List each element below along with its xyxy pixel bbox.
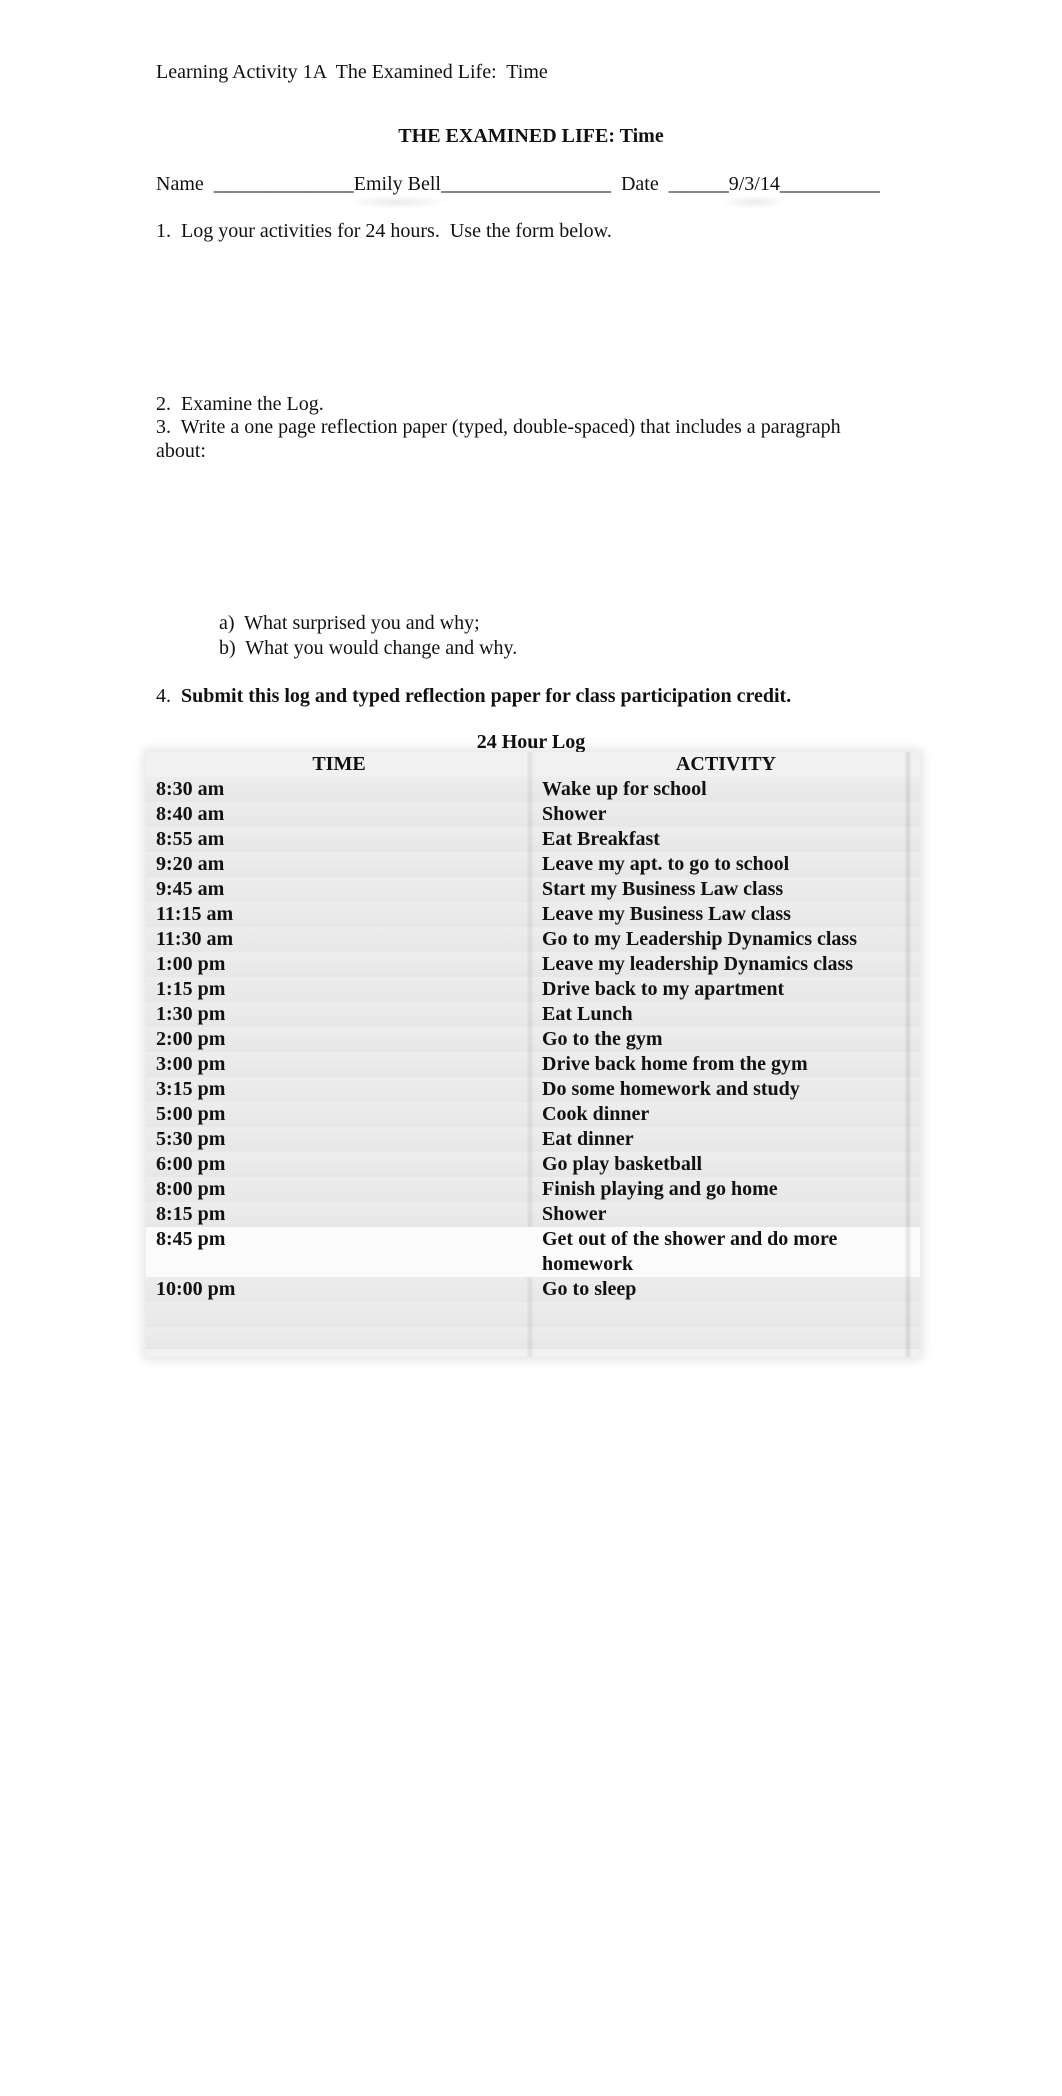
name-label: Name [156, 173, 204, 195]
log-row: 5:30 pm Eat dinner [146, 1127, 920, 1152]
time-cell[interactable]: 8:00 pm [146, 1177, 532, 1202]
step-4-text: Submit this log and typed reflection pap… [171, 685, 792, 707]
time-cell[interactable]: 2:00 pm [146, 1027, 532, 1052]
time-cell[interactable] [146, 1327, 532, 1349]
instruction-sub-b: b) What you would change and why. [219, 637, 518, 659]
activity-cell[interactable]: Start my Business Law class [532, 877, 920, 902]
time-cell[interactable]: 10:00 pm [146, 1277, 532, 1302]
instruction-step-3-continued: about: [156, 440, 206, 462]
log-row: 11:15 am Leave my Business Law class [146, 902, 920, 927]
time-cell[interactable]: 8:45 pm [146, 1227, 532, 1277]
date-field[interactable]: 9/3/14 [729, 173, 780, 195]
time-cell[interactable]: 8:55 am [146, 827, 532, 852]
log-row: 2:00 pm Go to the gym [146, 1027, 920, 1052]
log-row: 1:15 pm Drive back to my apartment [146, 977, 920, 1002]
log-row: 8:40 am Shower [146, 802, 920, 827]
instruction-step-2: 2. Examine the Log. [156, 393, 324, 415]
log-row: 5:00 pm Cook dinner [146, 1102, 920, 1127]
activity-cell[interactable]: Shower [532, 1202, 920, 1227]
time-cell[interactable] [146, 1302, 532, 1327]
activity-cell[interactable]: Cook dinner [532, 1102, 920, 1127]
worksheet-page: Learning Activity 1A The Examined Life: … [0, 0, 1062, 2096]
time-cell[interactable]: 11:15 am [146, 902, 532, 927]
time-cell[interactable]: 1:15 pm [146, 977, 532, 1002]
activity-cell[interactable]: Eat Breakfast [532, 827, 920, 852]
date-spacer-2 [659, 173, 669, 195]
time-cell[interactable]: 8:30 am [146, 777, 532, 802]
activity-cell[interactable]: Leave my Business Law class [532, 902, 920, 927]
activity-cell[interactable] [532, 1302, 920, 1327]
activity-cell[interactable]: Leave my apt. to go to school [532, 852, 920, 877]
instruction-step-4: 4. Submit this log and typed reflection … [156, 684, 791, 708]
column-header-time: TIME [312, 753, 366, 775]
activity-cell[interactable]: Eat Lunch [532, 1002, 920, 1027]
date-label: Date [620, 173, 659, 195]
time-cell[interactable]: 3:15 pm [146, 1077, 532, 1102]
log-header-row: TIME ACTIVITY [146, 752, 920, 777]
instruction-step-3: 3. Write a one page reflection paper (ty… [156, 416, 841, 438]
activity-cell[interactable]: Drive back to my apartment [532, 977, 920, 1002]
instruction-sub-a: a) What surprised you and why; [219, 612, 480, 634]
time-cell[interactable]: 11:30 am [146, 927, 532, 952]
log-table-body: 8:30 am Wake up for school 8:40 am Shower 8:… [146, 777, 920, 1349]
time-cell[interactable]: 1:00 pm [146, 952, 532, 977]
date-blank-before: ______ [668, 173, 729, 195]
log-table: TIME ACTIVITY 8:30 am Wake up for school 8… [146, 752, 920, 1349]
log-row: 6:00 pm Go play basketball [146, 1152, 920, 1177]
time-cell[interactable]: 8:40 am [146, 802, 532, 827]
activity-cell[interactable]: Drive back home from the gym [532, 1052, 920, 1077]
time-cell[interactable]: 8:15 pm [146, 1202, 532, 1227]
time-cell[interactable]: 3:00 pm [146, 1052, 532, 1077]
instruction-step-1: 1. Log your activities for 24 hours. Use… [156, 220, 612, 242]
log-row: 3:15 pm Do some homework and study [146, 1077, 920, 1102]
log-row: 11:30 am Go to my Leadership Dynamics cla… [146, 927, 920, 952]
name-date-row: Name ______________Emily Bell___________… [156, 172, 880, 196]
log-row: 9:20 am Leave my apt. to go to school [146, 852, 920, 877]
activity-cell[interactable]: Go to sleep [532, 1277, 920, 1302]
time-cell[interactable]: 9:45 am [146, 877, 532, 902]
time-cell[interactable]: 6:00 pm [146, 1152, 532, 1177]
activity-cell[interactable]: Get out of the shower and do more homewo… [532, 1227, 920, 1277]
activity-cell[interactable]: Wake up for school [532, 777, 920, 802]
log-row: 1:30 pm Eat Lunch [146, 1002, 920, 1027]
log-row: 8:45 pm Get out of the shower and do more… [146, 1227, 920, 1277]
name-blank-before: ______________ [213, 173, 354, 195]
activity-cell[interactable]: Shower [532, 802, 920, 827]
activity-cell[interactable]: Finish playing and go home [532, 1177, 920, 1202]
log-title: 24 Hour Log [476, 731, 586, 753]
step-4-number: 4. [156, 685, 171, 707]
document-header: Learning Activity 1A The Examined Life: … [156, 61, 548, 83]
time-cell[interactable]: 9:20 am [146, 852, 532, 877]
time-cell[interactable]: 1:30 pm [146, 1002, 532, 1027]
log-row-empty [146, 1327, 920, 1349]
log-row: 8:15 pm Shower [146, 1202, 920, 1227]
activity-cell[interactable] [532, 1327, 920, 1349]
activity-cell[interactable]: Go play basketball [532, 1152, 920, 1177]
activity-cell[interactable]: Eat dinner [532, 1127, 920, 1152]
log-row: 10:00 pm Go to sleep [146, 1277, 920, 1302]
name-blank-after: _________________ [440, 173, 611, 195]
date-spacer [611, 173, 621, 195]
activity-cell[interactable]: Leave my leadership Dynamics class [532, 952, 920, 977]
column-header-activity: ACTIVITY [675, 753, 777, 775]
log-table-container: TIME ACTIVITY 8:30 am Wake up for school 8… [146, 752, 920, 1357]
log-row: 8:30 am Wake up for school [146, 777, 920, 802]
document-title: THE EXAMINED LIFE: Time [398, 125, 664, 147]
log-row: 1:00 pm Leave my leadership Dynamics clas… [146, 952, 920, 977]
log-row: 8:00 pm Finish playing and go home [146, 1177, 920, 1202]
name-field[interactable]: Emily Bell [354, 173, 441, 195]
date-blank-after: __________ [779, 173, 880, 195]
activity-cell[interactable]: Do some homework and study [532, 1077, 920, 1102]
activity-cell[interactable]: Go to my Leadership Dynamics class [532, 927, 920, 952]
time-cell[interactable]: 5:00 pm [146, 1102, 532, 1127]
name-spacer [204, 173, 214, 195]
activity-cell[interactable]: Go to the gym [532, 1027, 920, 1052]
log-row-empty [146, 1302, 920, 1327]
log-row: 9:45 am Start my Business Law class [146, 877, 920, 902]
time-cell[interactable]: 5:30 pm [146, 1127, 532, 1152]
log-row: 8:55 am Eat Breakfast [146, 827, 920, 852]
log-row: 3:00 pm Drive back home from the gym [146, 1052, 920, 1077]
